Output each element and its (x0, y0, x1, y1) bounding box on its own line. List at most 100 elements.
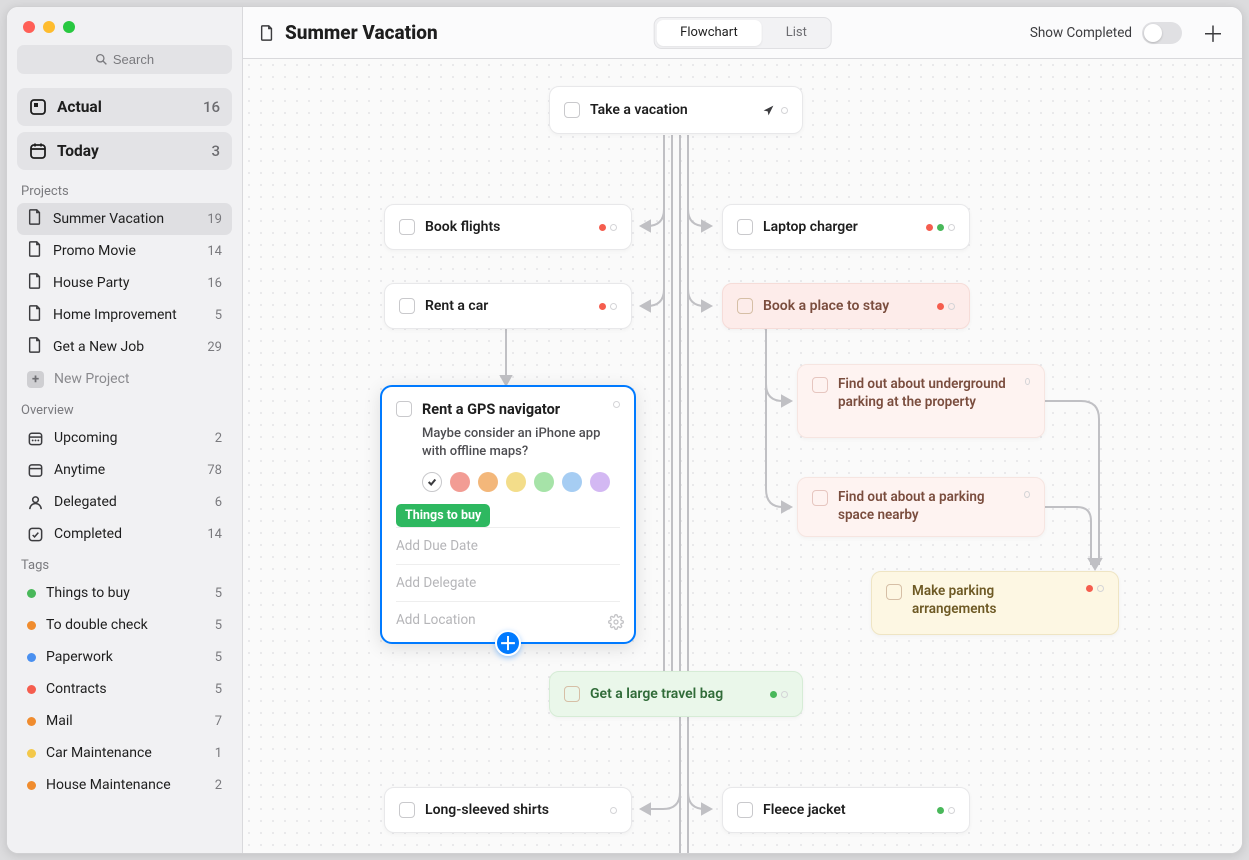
node-bookplace[interactable]: Book a place to stay (722, 283, 970, 329)
add-due-date-field[interactable]: Add Due Date (396, 527, 620, 564)
new-project-label: New Project (54, 371, 130, 387)
maximize-window-button[interactable] (63, 21, 75, 33)
document-icon (27, 241, 43, 261)
toggle-switch[interactable] (1142, 22, 1182, 44)
show-completed-control[interactable]: Show Completed (1030, 22, 1182, 44)
checkbox[interactable] (399, 298, 415, 314)
minimize-window-button[interactable] (43, 21, 55, 33)
overview-count: 6 (204, 495, 222, 510)
new-project-button[interactable]: + New Project (17, 363, 232, 395)
page-title: Summer Vacation (259, 21, 438, 44)
project-name: Get a New Job (53, 339, 144, 355)
color-option[interactable] (590, 472, 610, 492)
status-dot-empty (610, 224, 617, 231)
project-item[interactable]: Summer Vacation19 (17, 203, 232, 235)
editor-title[interactable]: Rent a GPS navigator (422, 401, 560, 418)
color-option[interactable] (506, 472, 526, 492)
document-icon (259, 25, 275, 41)
overview-list: Upcoming2Anytime78 Delegated 6 Completed14 (17, 422, 232, 550)
tag-item[interactable]: Contracts5 (17, 673, 232, 705)
add-child-button[interactable]: ＋ (495, 630, 521, 656)
add-button[interactable]: ＋ (1200, 20, 1226, 46)
project-item[interactable]: Home Improvement5 (17, 299, 232, 331)
tag-name: To double check (46, 617, 148, 633)
tag-name: House Maintenance (46, 777, 171, 793)
sidebar-today[interactable]: Today 3 (17, 132, 232, 170)
editor-description[interactable]: Maybe consider an iPhone app with offlin… (422, 425, 620, 460)
checkbox[interactable] (564, 102, 580, 118)
search-input[interactable]: Search (17, 45, 232, 74)
gear-icon[interactable] (608, 614, 624, 634)
color-option-none[interactable] (422, 472, 442, 492)
node-parking-nearby[interactable]: Find out about a parking space nearby (797, 477, 1045, 537)
node-shirts[interactable]: Long-sleeved shirts (384, 787, 632, 833)
overview-item[interactable]: Delegated 6 (17, 486, 232, 518)
tag-item[interactable]: Car Maintenance1 (17, 737, 232, 769)
node-editor[interactable]: Rent a GPS navigator Maybe consider an i… (380, 385, 636, 644)
status-dot-green (937, 807, 944, 814)
add-location-field[interactable]: Add Location (396, 601, 620, 632)
tag-chip[interactable]: Things to buy (396, 504, 490, 527)
tag-item[interactable]: To double check5 (17, 609, 232, 641)
overview-item[interactable]: Anytime78 (17, 454, 232, 486)
status-dot-empty (781, 107, 788, 114)
actual-label: Actual (57, 98, 102, 116)
node-charger[interactable]: Laptop charger (722, 204, 970, 250)
tag-count: 5 (204, 586, 222, 601)
project-item[interactable]: House Party 16 (17, 267, 232, 299)
checkbox[interactable] (737, 219, 753, 235)
checkbox[interactable] (737, 802, 753, 818)
checkbox[interactable] (886, 584, 902, 600)
topbar: Summer Vacation Flowchart List Show Comp… (243, 7, 1242, 59)
sidebar-actual[interactable]: Actual 16 (17, 88, 232, 126)
node-travelbag[interactable]: Get a large travel bag (549, 671, 803, 717)
node-parking-arrangements[interactable]: Make parking arrangements (871, 571, 1119, 635)
status-dot-green (770, 691, 777, 698)
node-root[interactable]: Take a vacation (549, 86, 803, 134)
node-fleece[interactable]: Fleece jacket (722, 787, 970, 833)
close-window-button[interactable] (23, 21, 35, 33)
view-flowchart-tab[interactable]: Flowchart (656, 20, 762, 46)
checkbox[interactable] (812, 490, 828, 506)
node-label: Fleece jacket (763, 802, 846, 818)
project-item[interactable]: Promo Movie14 (17, 235, 232, 267)
add-delegate-field[interactable]: Add Delegate (396, 564, 620, 601)
node-rentcar[interactable]: Rent a car (384, 283, 632, 329)
project-item[interactable]: Get a New Job29 (17, 331, 232, 363)
project-count: 16 (204, 276, 222, 291)
checkbox[interactable] (737, 298, 753, 314)
tag-item[interactable]: Mail7 (17, 705, 232, 737)
checkbox[interactable] (396, 401, 412, 417)
status-dot-empty (1025, 378, 1030, 385)
view-list-tab[interactable]: List (762, 18, 831, 48)
color-option[interactable] (534, 472, 554, 492)
status-dot-empty (948, 807, 955, 814)
checkbox[interactable] (399, 802, 415, 818)
projects-list: Summer Vacation19Promo Movie14House Part… (17, 203, 232, 363)
tag-item[interactable]: Things to buy5 (17, 577, 232, 609)
tag-color-dot (27, 781, 36, 790)
overview-count: 78 (204, 463, 222, 478)
checkbox[interactable] (812, 377, 828, 393)
person-icon (27, 494, 44, 511)
color-option[interactable] (562, 472, 582, 492)
checkbox[interactable] (564, 686, 580, 702)
node-flights[interactable]: Book flights (384, 204, 632, 250)
tag-count: 5 (204, 650, 222, 665)
tag-item[interactable]: House Maintenance2 (17, 769, 232, 801)
project-name: House Party (53, 275, 129, 291)
overview-item[interactable]: Completed14 (17, 518, 232, 550)
node-label: Take a vacation (590, 102, 688, 118)
search-icon (95, 53, 108, 66)
color-option[interactable] (478, 472, 498, 492)
flowchart-canvas[interactable]: Take a vacation Book flights Laptop char… (243, 59, 1242, 853)
tag-item[interactable]: Paperwork5 (17, 641, 232, 673)
color-option[interactable] (450, 472, 470, 492)
node-parking-underground[interactable]: Find out about underground parking at th… (797, 364, 1045, 438)
tag-name: Contracts (46, 681, 107, 697)
checkbox[interactable] (399, 219, 415, 235)
status-dot-red (599, 303, 606, 310)
overview-name: Delegated (54, 494, 117, 510)
overview-item[interactable]: Upcoming2 (17, 422, 232, 454)
project-name: Summer Vacation (53, 211, 164, 227)
